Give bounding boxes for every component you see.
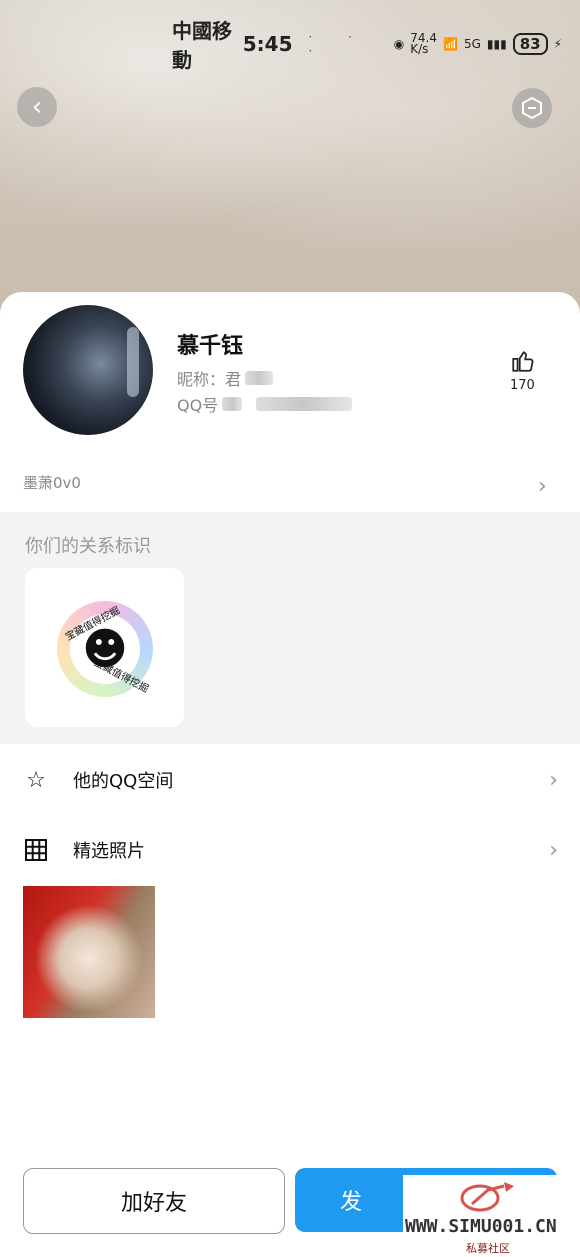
avatar[interactable] [23, 305, 153, 435]
status-icons: ◉ 74.4 K/s 📶 5G ▮▮▮ 83 ⚡ [393, 31, 562, 56]
thumbs-up-icon [512, 351, 534, 372]
grid-icon [22, 836, 50, 864]
add-friend-button[interactable]: 加好友 [23, 1168, 285, 1234]
like-button[interactable] [508, 348, 538, 378]
signature[interactable]: 墨萧0v0 [23, 472, 81, 493]
notification-dots: · · · [308, 30, 368, 58]
watermark-sub: 私募社区 [466, 1242, 510, 1255]
network-type: 5G [463, 37, 481, 51]
clock: 5:45 [242, 32, 293, 56]
net-speed: 74.4 K/s [410, 31, 437, 56]
qzone-row[interactable]: ☆ 他的QQ空间 › [22, 760, 558, 800]
chevron-right-icon: › [549, 767, 558, 793]
hexagon-icon [522, 96, 542, 120]
featured-photo[interactable] [23, 886, 155, 1018]
battery-level: 83 [512, 33, 548, 55]
signal-icon: ▮▮▮ [486, 37, 507, 51]
profile-name: 慕千钰 [177, 334, 244, 359]
chevron-right-icon[interactable]: › [538, 474, 547, 499]
photos-label: 精选照片 [73, 841, 145, 862]
relation-title: 你们的关系标识 [25, 536, 151, 557]
photos-row[interactable]: 精选照片 › [22, 830, 558, 870]
watermark-site: WWW.SIMU001.CN [405, 1216, 557, 1237]
like-count: 170 [510, 378, 535, 393]
profile-qq-number: QQ号 [177, 392, 353, 416]
qzone-label: 他的QQ空间 [73, 771, 174, 792]
nfc-icon: ◉ [393, 37, 405, 51]
star-icon: ☆ [26, 767, 46, 793]
send-message-label: 发 [339, 1190, 362, 1215]
wifi-icon: 📶 [442, 37, 458, 51]
charging-icon: ⚡ [553, 37, 562, 51]
carrier-label: 中國移動 [172, 19, 232, 72]
status-bar: 中國移動 5:45 · · · ◉ 74.4 K/s 📶 5G ▮▮▮ 83 ⚡ [172, 19, 562, 72]
profile-nickname: 昵称：君 [177, 366, 274, 390]
back-button[interactable]: ‹ [17, 87, 57, 127]
more-button[interactable] [512, 88, 552, 128]
chevron-left-icon: ‹ [31, 92, 43, 122]
chevron-right-icon: › [549, 837, 558, 863]
watermark-logo [460, 1182, 514, 1212]
